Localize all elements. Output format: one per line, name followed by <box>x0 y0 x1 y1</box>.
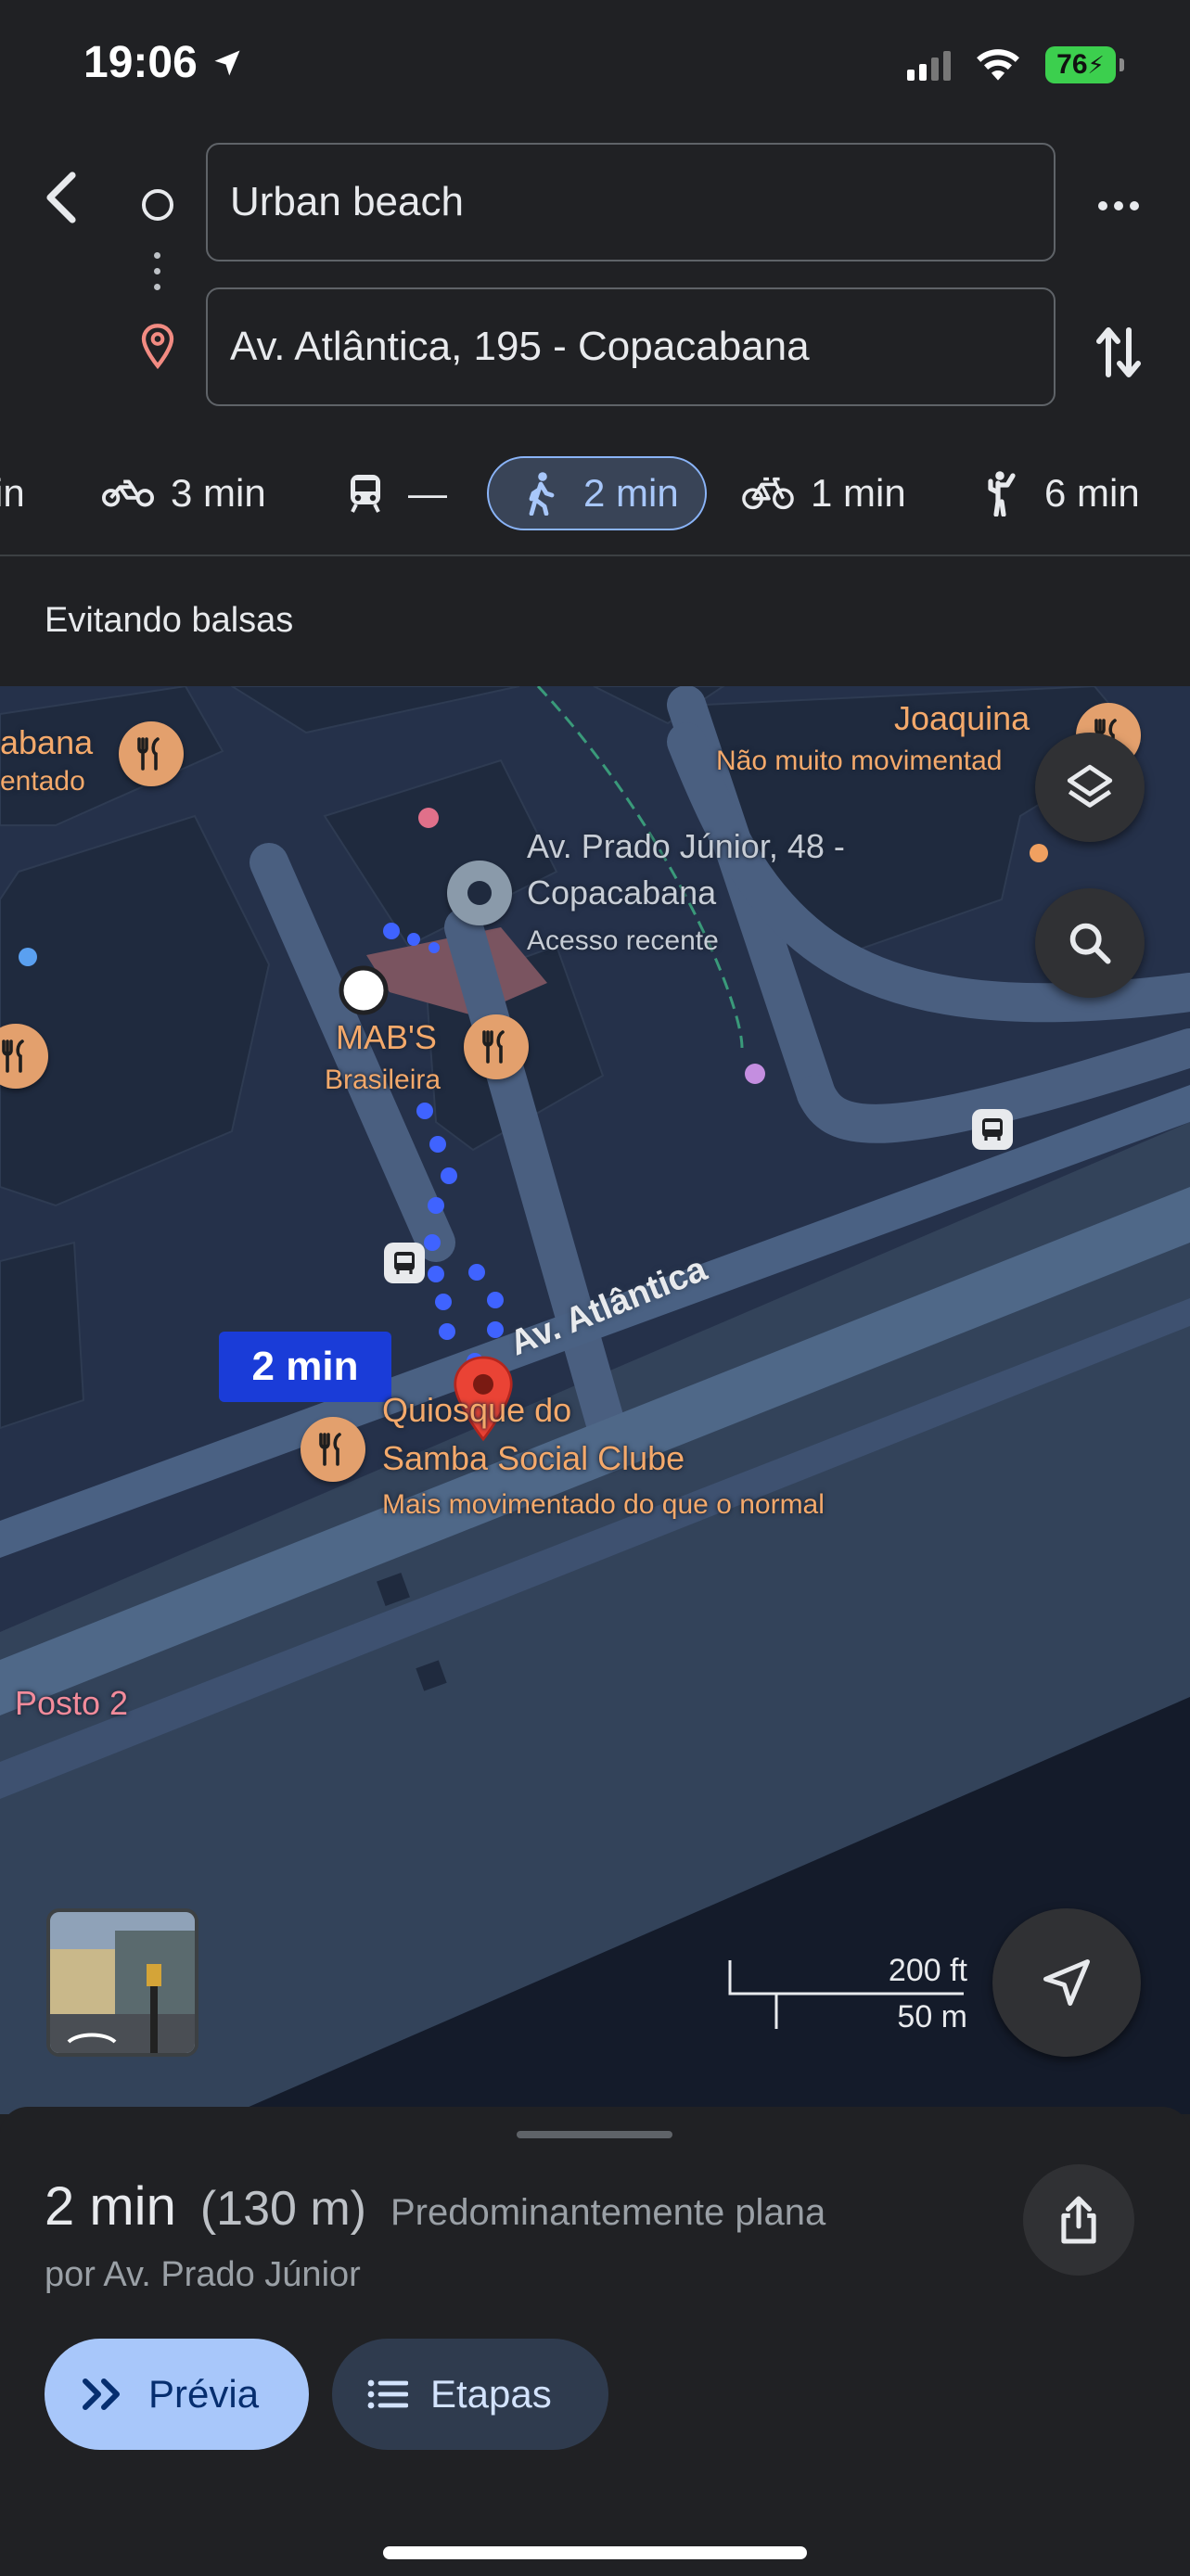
more-options-button[interactable] <box>1086 178 1151 234</box>
poi-label-quiosque-1[interactable]: Quiosque do <box>382 1391 571 1430</box>
transit-icon <box>339 473 391 514</box>
scale-bar <box>728 1960 964 2029</box>
mode-transit-label: — <box>408 471 447 515</box>
restaurant-icon[interactable] <box>301 1417 365 1482</box>
poi-label-quiosque-2[interactable]: Samba Social Clube <box>382 1439 685 1478</box>
summary-terrain: Predominantemente plana <box>390 2192 826 2233</box>
share-button[interactable] <box>1023 2164 1134 2276</box>
route-summary: 2 min (130 m) Predominantemente plana <box>45 2175 825 2238</box>
battery-level: 76 <box>1056 49 1088 80</box>
summary-via: por Av. Prado Júnior <box>45 2255 361 2294</box>
route-time-chip[interactable]: 2 min <box>219 1332 391 1402</box>
mode-car-label: in <box>0 471 25 515</box>
swap-button[interactable] <box>1086 315 1151 389</box>
double-chevron-icon <box>83 2378 120 2410</box>
home-indicator[interactable] <box>383 2546 807 2559</box>
poi-label-prado-1[interactable]: Av. Prado Júnior, 48 - <box>527 827 845 866</box>
sheet-drag-handle[interactable] <box>517 2131 672 2138</box>
route-options-note[interactable]: Evitando balsas <box>45 601 293 641</box>
mode-motorcycle[interactable]: 3 min <box>102 456 266 530</box>
summary-time: 2 min <box>45 2176 176 2237</box>
destination-pin-icon <box>141 324 174 369</box>
status-icons: 76 ⚡ <box>907 46 1124 83</box>
mode-ride-hail-label: 6 min <box>1044 471 1140 515</box>
battery-icon: 76 ⚡ <box>1045 46 1124 83</box>
mode-walk[interactable]: 2 min <box>487 456 707 530</box>
summary-distance: (130 m) <box>199 2182 366 2236</box>
route-summary-sheet[interactable]: 2 min (130 m) Predominantemente plana po… <box>0 2107 1190 2576</box>
search-icon <box>1069 923 1111 964</box>
list-icon <box>367 2379 408 2409</box>
back-button[interactable] <box>33 165 89 230</box>
layers-button[interactable] <box>1035 733 1145 842</box>
layers-icon <box>1067 764 1113 808</box>
poi-label-mabs[interactable]: MAB'S <box>336 1018 437 1057</box>
swap-arrows-icon <box>1096 327 1141 377</box>
poi-sub-quiosque: Mais movimentado do que o normal <box>382 1489 825 1520</box>
poi-sub-joaquina: Não muito movimentad <box>716 746 1003 776</box>
status-bar: 19:06 76 ⚡ <box>0 0 1190 130</box>
poi-label-left[interactable]: abana <box>0 723 93 762</box>
mode-transit[interactable]: — <box>339 456 447 530</box>
route-connector-icon <box>154 252 161 300</box>
bus-stop-icon[interactable] <box>972 1109 1013 1150</box>
restaurant-icon[interactable] <box>119 721 184 786</box>
wifi-icon <box>977 49 1019 81</box>
mode-walk-label: 2 min <box>583 471 679 515</box>
restaurant-icon[interactable] <box>464 1014 529 1079</box>
mode-bike-label: 1 min <box>811 471 906 515</box>
preview-label: Prévia <box>148 2372 260 2416</box>
route-header: Urban beach Av. Atlântica, 195 - Copacab… <box>0 130 1190 640</box>
bus-stop-icon[interactable] <box>384 1243 425 1283</box>
mode-bike[interactable]: 1 min <box>742 456 906 530</box>
mode-car[interactable]: in <box>0 456 25 530</box>
signal-icon <box>907 49 951 81</box>
map-scale: 200 ft 50 m <box>726 1953 967 2036</box>
street-view-thumbnail[interactable] <box>46 1908 198 2057</box>
clock: 19:06 <box>83 38 198 87</box>
recent-place-icon[interactable] <box>447 861 512 925</box>
destination-field[interactable]: Av. Atlântica, 195 - Copacabana <box>206 287 1056 406</box>
poi-sub-mabs: Brasileira <box>325 1065 441 1095</box>
recenter-button[interactable] <box>992 1908 1141 2057</box>
poi-label-joaquina[interactable]: Joaquina <box>894 699 1030 738</box>
mode-motorcycle-label: 3 min <box>171 471 266 515</box>
steps-label: Etapas <box>430 2372 552 2416</box>
street-view-image <box>50 1912 195 2053</box>
poi-label-prado-2[interactable]: Copacabana <box>527 874 716 912</box>
steps-button[interactable]: Etapas <box>332 2339 608 2450</box>
travel-mode-tabs: in 3 min — 2 min 1 min <box>0 445 1190 538</box>
back-arrow-icon <box>46 172 76 223</box>
share-icon <box>1061 2196 1096 2244</box>
ride-hail-icon <box>976 471 1028 516</box>
location-arrow-icon <box>214 50 240 75</box>
walk-icon <box>515 472 567 516</box>
status-time: 19:06 <box>83 37 244 88</box>
origin-field[interactable]: Urban beach <box>206 143 1056 261</box>
bike-icon <box>742 473 794 514</box>
poi-sub-prado: Acesso recente <box>527 925 719 956</box>
map-view[interactable]: abana entado Joaquina Não muito moviment… <box>0 686 1190 2114</box>
motorcycle-icon <box>102 473 154 514</box>
map-search-button[interactable] <box>1035 888 1145 998</box>
divider <box>0 555 1190 556</box>
mode-ride-hail[interactable]: 6 min <box>976 456 1140 530</box>
poi-label-posto[interactable]: Posto 2 <box>15 1684 128 1723</box>
navigation-arrow-icon <box>1043 1959 1090 2006</box>
origin-circle-icon <box>142 189 173 221</box>
preview-button[interactable]: Prévia <box>45 2339 309 2450</box>
poi-sub-left: entado <box>0 766 85 797</box>
